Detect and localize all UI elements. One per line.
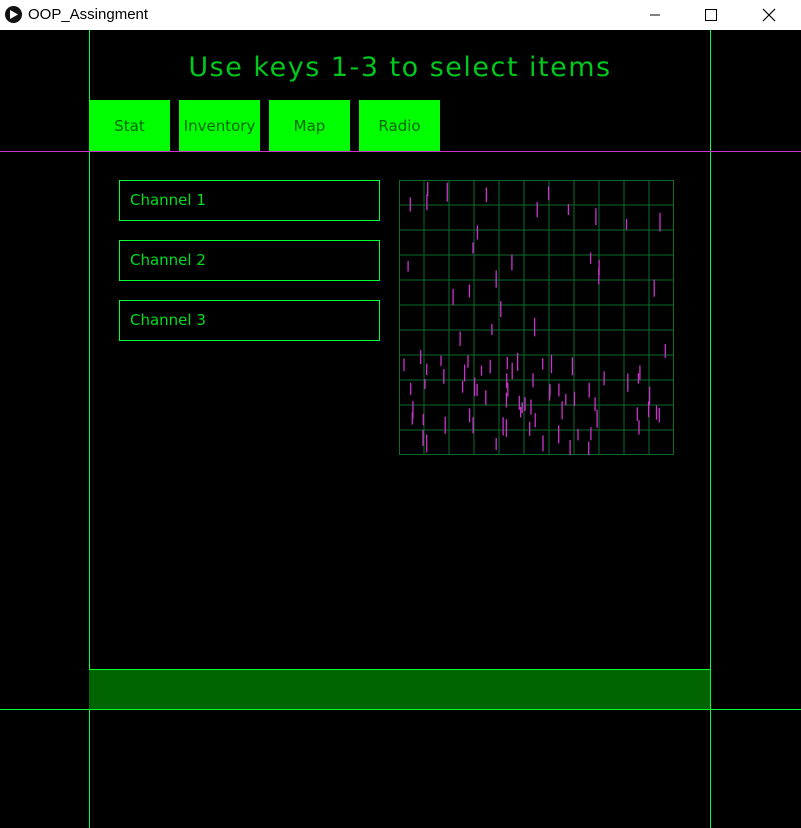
minimize-icon: [650, 14, 660, 16]
maximize-button[interactable]: [688, 0, 734, 30]
window-titlebar[interactable]: OOP_Assingment: [0, 0, 801, 30]
tab-radio[interactable]: Radio: [359, 100, 440, 151]
channel-2-button[interactable]: Channel 2: [119, 240, 380, 281]
channel-label: Channel 3: [130, 311, 206, 329]
channel-1-button[interactable]: Channel 1: [119, 180, 380, 221]
divider-line-center: [89, 151, 710, 152]
radio-signal-grid: [399, 180, 674, 455]
tab-label: Radio: [378, 116, 421, 135]
tab-label: Map: [293, 116, 326, 135]
close-icon: [762, 8, 776, 22]
divider-line-left: [0, 151, 89, 152]
window-title: OOP_Assingment: [28, 6, 149, 23]
tab-inventory[interactable]: Inventory: [179, 100, 260, 151]
minimize-button[interactable]: [632, 0, 678, 30]
divider-line-right: [710, 151, 801, 152]
close-button[interactable]: [746, 0, 792, 30]
channel-label: Channel 2: [130, 251, 206, 269]
tab-label: Stat: [114, 116, 145, 135]
channel-3-button[interactable]: Channel 3: [119, 300, 380, 341]
instructions-heading: Use keys 1-3 to select items: [188, 52, 612, 83]
app-icon: [5, 6, 22, 23]
tab-stat[interactable]: Stat: [89, 100, 170, 151]
maximize-icon: [705, 9, 717, 21]
tab-map[interactable]: Map: [269, 100, 350, 151]
bottom-status-bar: [89, 669, 710, 710]
sketch-canvas[interactable]: Use keys 1-3 to select items Stat Invent…: [0, 30, 801, 828]
tab-label: Inventory: [183, 116, 256, 135]
channel-label: Channel 1: [130, 191, 206, 209]
